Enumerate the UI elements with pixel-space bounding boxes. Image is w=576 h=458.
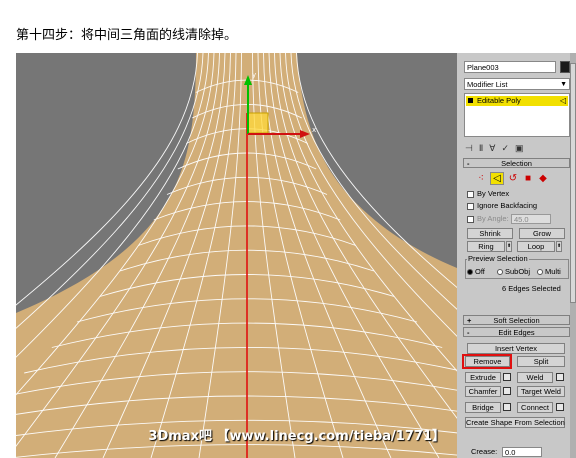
- collapse-sign: -: [467, 328, 470, 337]
- radio-dot: [497, 269, 503, 276]
- collapse-sign: -: [467, 159, 470, 168]
- preview-multi-radio[interactable]: Multi: [537, 267, 561, 276]
- shrink-button[interactable]: Shrink: [467, 228, 513, 239]
- subobject-level-icons: ⁖ ◁ ↺ ■ ◆: [475, 172, 555, 185]
- stack-bullet-icon: [468, 98, 473, 103]
- loop-button[interactable]: Loop: [517, 241, 555, 252]
- show-end-result-icon[interactable]: Ⅱ: [479, 143, 489, 153]
- selection-header-label: Selection: [501, 159, 532, 168]
- checkbox-box: [467, 190, 474, 198]
- element-level-icon[interactable]: ◆: [537, 173, 549, 184]
- target-weld-button[interactable]: Target Weld: [517, 386, 565, 397]
- by-angle-label: By Angle:: [477, 214, 509, 223]
- preview-off-radio[interactable]: Off: [467, 267, 485, 276]
- modifier-list-dropdown[interactable]: Modifier List ▼: [464, 78, 570, 90]
- soft-selection-header-label: Soft Selection: [493, 316, 540, 325]
- connect-settings-icon[interactable]: [556, 403, 564, 411]
- create-shape-button[interactable]: Create Shape From Selection: [465, 417, 565, 428]
- expand-sign: +: [467, 316, 472, 325]
- scrollbar-thumb[interactable]: [570, 63, 576, 303]
- object-name-field[interactable]: Plane003: [464, 61, 556, 73]
- chamfer-settings-icon[interactable]: [503, 387, 511, 395]
- grow-button[interactable]: Grow: [519, 228, 565, 239]
- stack-item-editable-poly[interactable]: Editable Poly ◁: [466, 96, 568, 106]
- bridge-settings-icon[interactable]: [503, 403, 511, 411]
- make-unique-icon[interactable]: ∀: [489, 143, 501, 153]
- preview-subobj-label: SubObj: [505, 267, 531, 276]
- gizmo-y-label: y: [252, 71, 256, 79]
- extrude-button[interactable]: Extrude: [465, 372, 501, 383]
- by-vertex-label: By Vertex: [477, 189, 510, 198]
- dropdown-arrow-icon: ▼: [560, 81, 567, 88]
- radio-dot: [467, 269, 473, 276]
- modifier-list-label: Modifier List: [467, 80, 508, 89]
- remove-highlight-box: [462, 354, 512, 369]
- crease-spinner[interactable]: 0.0: [502, 447, 542, 457]
- preview-multi-label: Multi: [545, 267, 561, 276]
- extrude-settings-icon[interactable]: [503, 373, 511, 381]
- panel-scrollbar[interactable]: [570, 53, 576, 458]
- configure-modifier-sets-icon[interactable]: ▣: [515, 143, 530, 153]
- selection-status: 6 Edges Selected: [502, 284, 561, 293]
- command-panel: Plane003 Modifier List ▼ Editable Poly ◁…: [457, 53, 576, 458]
- loop-spinner[interactable]: ⬍: [556, 241, 562, 252]
- weld-button[interactable]: Weld: [517, 372, 553, 383]
- insert-vertex-button[interactable]: Insert Vertex: [467, 343, 565, 354]
- connect-button[interactable]: Connect: [517, 402, 553, 413]
- perspective-viewport[interactable]: x y 3Dmax吧 【www.linecg.com/tieba/1771】: [16, 53, 457, 458]
- split-button[interactable]: Split: [517, 356, 565, 367]
- selection-rollout-header[interactable]: - Selection: [463, 158, 570, 168]
- preview-selection-label: Preview Selection: [467, 254, 529, 263]
- soft-selection-rollout-header[interactable]: + Soft Selection: [463, 315, 570, 325]
- by-angle-spinner[interactable]: 45.0: [511, 214, 551, 224]
- ring-spinner[interactable]: ⬍: [506, 241, 512, 252]
- stack-toolbar: ⊣Ⅱ∀✓▣: [465, 143, 571, 157]
- stack-item-label: Editable Poly: [477, 96, 521, 105]
- gizmo-x-label: x: [312, 126, 316, 134]
- edit-edges-header-label: Edit Edges: [498, 328, 535, 337]
- polygon-level-icon[interactable]: ■: [522, 173, 534, 184]
- bridge-button[interactable]: Bridge: [465, 402, 501, 413]
- crease-label: Crease:: [471, 447, 498, 456]
- plane-mesh: [16, 53, 457, 458]
- checkbox-box: [467, 202, 474, 210]
- object-color-swatch[interactable]: [560, 61, 570, 73]
- radio-dot: [537, 269, 543, 276]
- preview-off-label: Off: [475, 267, 485, 276]
- vertex-level-icon[interactable]: ⁖: [475, 173, 487, 184]
- pin-stack-icon[interactable]: ⊣: [465, 143, 479, 153]
- edit-edges-rollout-header[interactable]: - Edit Edges: [463, 327, 570, 337]
- ignore-backfacing-checkbox[interactable]: Ignore Backfacing: [467, 201, 567, 211]
- edge-level-icon[interactable]: ◁: [490, 172, 504, 185]
- ring-button[interactable]: Ring: [467, 241, 505, 252]
- by-vertex-checkbox[interactable]: By Vertex: [467, 189, 567, 199]
- move-gizmo-plane: [247, 112, 269, 134]
- subobject-triangle-icon: ◁: [559, 96, 566, 105]
- watermark: 3Dmax吧 【www.linecg.com/tieba/1771】: [148, 429, 445, 444]
- preview-subobj-radio[interactable]: SubObj: [497, 267, 530, 276]
- weld-settings-icon[interactable]: [556, 373, 564, 381]
- checkbox-box: [467, 215, 474, 223]
- remove-modifier-icon[interactable]: ✓: [501, 143, 515, 153]
- border-level-icon[interactable]: ↺: [507, 173, 519, 184]
- chamfer-button[interactable]: Chamfer: [465, 386, 501, 397]
- mesh-wireframe[interactable]: x y: [16, 53, 457, 458]
- ignore-backfacing-label: Ignore Backfacing: [477, 201, 538, 210]
- modifier-stack[interactable]: Editable Poly ◁: [464, 93, 570, 137]
- step-caption: 第十四步：将中间三角面的线清除掉。: [16, 28, 238, 43]
